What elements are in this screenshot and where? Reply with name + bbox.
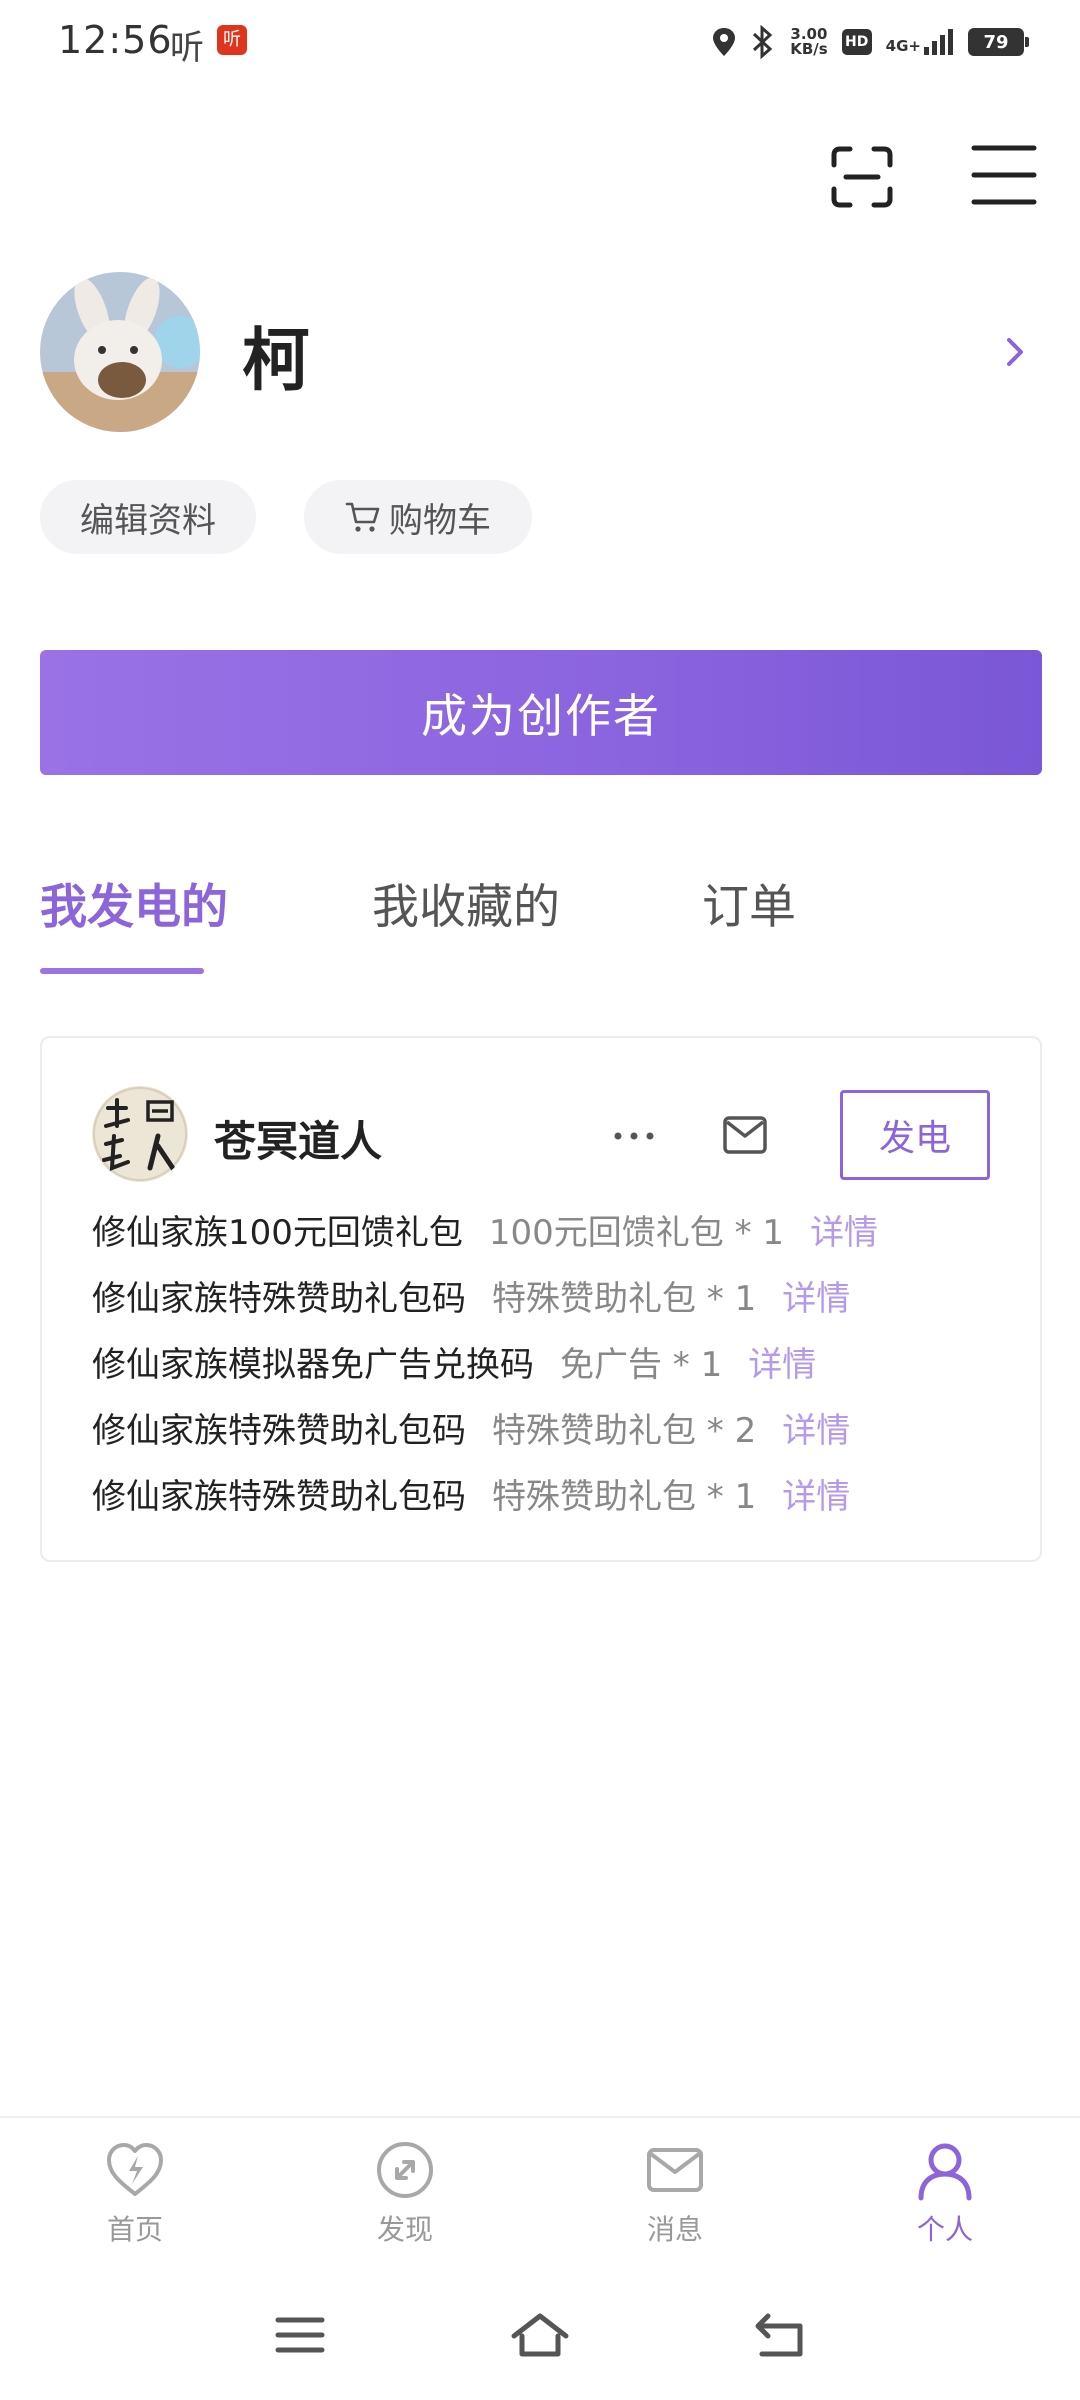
recent-apps-icon[interactable] [270,2310,330,2360]
nav-discover[interactable]: 发现 [335,2138,475,2258]
bluetooth-icon [753,25,773,59]
list-item: 修仙家族特殊赞助礼包码 特殊赞助礼包 * 2 详情 [92,1394,878,1460]
reward-name: 修仙家族特殊赞助礼包码 [92,1476,466,1517]
app-notification-icon: 听 [217,25,247,55]
mail-icon[interactable] [722,1114,768,1156]
avatar[interactable] [40,272,200,432]
mail-icon [647,2148,703,2192]
more-icon[interactable] [612,1126,656,1146]
detail-link[interactable]: 详情 [782,1271,850,1320]
reward-gift: 免广告 * 1 [560,1344,723,1385]
reward-name: 修仙家族模拟器免广告兑换码 [92,1344,534,1385]
battery-level: 79 [983,31,1009,53]
nav-messages[interactable]: 消息 [605,2138,745,2258]
nav-home[interactable]: 首页 [65,2138,205,2258]
reward-gift: 特殊赞助礼包 * 2 [492,1410,757,1451]
creator-avatar[interactable] [92,1086,188,1182]
network-type: 4G+ [885,37,921,55]
tab-underline [40,968,204,974]
become-creator-button[interactable]: 成为创作者 [40,650,1042,775]
status-indicators: 3.00 KB/s HD 4G+ 79 [712,20,1029,64]
menu-icon[interactable] [970,142,1038,208]
person-icon [918,2143,972,2201]
back-icon[interactable] [750,2310,810,2360]
edit-profile-button[interactable]: 编辑资料 [40,480,256,554]
reward-gift: 特殊赞助礼包 * 1 [492,1476,757,1517]
reward-name: 修仙家族100元回馈礼包 [92,1212,463,1253]
compass-icon [377,2142,433,2198]
username[interactable]: 柯 [242,305,310,404]
chevron-right-icon[interactable] [995,330,1035,374]
network-speed: 3.00 KB/s [790,27,827,57]
system-nav [0,2290,1080,2380]
location-icon [713,28,736,56]
reward-gift: 特殊赞助礼包 * 1 [492,1278,757,1319]
speed-unit: KB/s [790,40,828,58]
list-item: 修仙家族特殊赞助礼包码 特殊赞助礼包 * 1 详情 [92,1460,878,1526]
status-bar: 12:56 听 听 3.00 KB/s HD 4G+ 79 [0,0,1080,84]
nav-profile-label: 个人 [916,2213,973,2246]
reward-gift: 100元回馈礼包 * 1 [488,1212,785,1253]
avatar-image [40,272,200,432]
list-item: 修仙家族特殊赞助礼包码 特殊赞助礼包 * 1 详情 [92,1262,878,1328]
status-ting: 听 [170,28,204,68]
edit-profile-label: 编辑资料 [80,500,216,541]
home-icon[interactable] [510,2310,570,2360]
nav-home-label: 首页 [106,2213,163,2246]
detail-link[interactable]: 详情 [782,1403,850,1452]
cart-button[interactable]: 购物车 [304,480,532,554]
support-card: 苍冥道人 发电 修仙家族100元回馈礼包 100元回馈礼包 * 1 详情 修仙家… [40,1036,1042,1562]
tab-my-favorites[interactable]: 我收藏的 [372,868,560,937]
bottom-nav: 首页 发现 消息 个人 [0,2116,1080,2256]
tab-orders[interactable]: 订单 [702,868,796,937]
nav-profile[interactable]: 个人 [875,2138,1015,2258]
list-item: 修仙家族模拟器免广告兑换码 免广告 * 1 详情 [92,1328,878,1394]
nav-messages-label: 消息 [646,2213,703,2246]
reward-name: 修仙家族特殊赞助礼包码 [92,1410,466,1451]
signal-indicator: 4G+ [886,29,954,55]
hd-badge: HD [841,29,872,55]
tab-my-support[interactable]: 我发电的 [40,868,228,937]
creator-avatar-image [92,1086,188,1182]
fadian-button[interactable]: 发电 [840,1090,990,1180]
list-item: 修仙家族100元回馈礼包 100元回馈礼包 * 1 详情 [92,1196,878,1262]
status-time: 12:56 [58,18,173,62]
detail-link[interactable]: 详情 [748,1337,816,1386]
reward-name: 修仙家族特殊赞助礼包码 [92,1278,466,1319]
cart-icon [345,502,380,532]
nav-discover-label: 发现 [376,2213,433,2246]
heart-bolt-icon [107,2143,163,2196]
creator-name[interactable]: 苍冥道人 [214,1108,382,1169]
scan-icon[interactable] [830,145,894,209]
reward-list: 修仙家族100元回馈礼包 100元回馈礼包 * 1 详情 修仙家族特殊赞助礼包码… [92,1196,878,1526]
detail-link[interactable]: 详情 [810,1205,878,1254]
battery-icon: 79 [968,28,1029,56]
cart-label: 购物车 [389,500,491,541]
signal-bars-icon [924,29,953,55]
detail-link[interactable]: 详情 [782,1469,850,1518]
